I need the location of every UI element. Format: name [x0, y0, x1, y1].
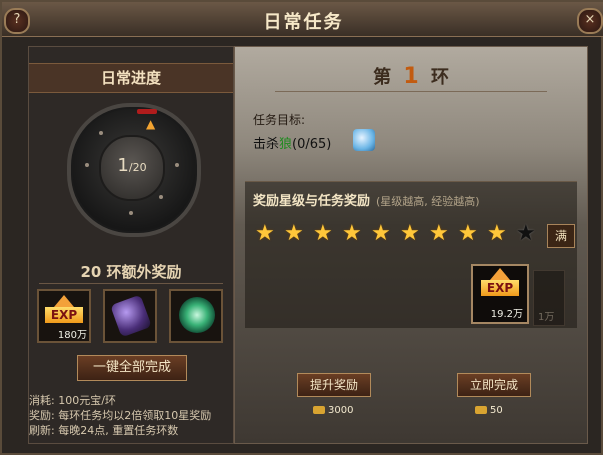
upgrade-cost-value: 3000 [328, 405, 354, 416]
star-filled-icon: ★ [458, 221, 478, 246]
task-detail-panel: 第 1 环 任务目标: 击杀狼(0/65) 奖励星级与任务奖励 (星级越高, 经验… [234, 46, 588, 444]
goal-prefix: 击杀 [253, 137, 280, 152]
daily-progress-panel: 日常进度 ▲ 1/20 20 环额外奖励 EXP 180万 一键全部完成 消耗:… [28, 46, 234, 444]
progress-total: /20 [128, 161, 147, 174]
goal-target-link[interactable]: 狼 [279, 137, 292, 152]
info-text: 消耗: 100元宝/环 奖励: 每环任务均以2倍领取10星奖励 刷新: 每晚24… [29, 393, 233, 438]
instant-cost: 50 [475, 405, 503, 416]
gold-coin-icon [313, 406, 325, 414]
reward-amount: 180万 [57, 330, 87, 341]
dial-bolt [159, 195, 163, 199]
reward-slot-gem[interactable] [103, 289, 157, 343]
exp-next-card: 1万 [533, 270, 565, 326]
window-title: 日常任务 [263, 12, 344, 33]
complete-all-button[interactable]: 一键全部完成 [77, 355, 187, 381]
flame-icon: ▲ [146, 117, 156, 131]
instant-cost-value: 50 [490, 405, 503, 416]
reward-heading: 奖励星级与任务奖励 (星级越高, 经验越高) [253, 190, 480, 209]
reward-slot-orb[interactable] [169, 289, 223, 343]
up-arrow-icon [490, 268, 510, 280]
dial-bolt [175, 163, 179, 167]
exp-next-amount: 1万 [538, 312, 555, 323]
reward-heading-label: 奖励星级与任务奖励 [253, 194, 371, 209]
dial-center: 1/20 [99, 135, 165, 201]
round-number: 1 [403, 64, 419, 89]
yuanbao-icon [475, 406, 487, 414]
round-suffix: 环 [430, 67, 449, 88]
star-filled-icon: ★ [487, 221, 507, 246]
info-cost: 消耗: 100元宝/环 [29, 394, 116, 407]
exp-reward-card: EXP 19.2万 [471, 264, 529, 324]
star-filled-icon: ★ [400, 221, 420, 246]
exp-label: EXP [481, 280, 519, 296]
goal-text: 击杀狼(0/65) [253, 133, 331, 152]
title-bar: ? 日常任务 × [2, 2, 603, 37]
progress-count: 1/20 [101, 155, 163, 176]
teleport-wing-icon[interactable] [353, 129, 375, 151]
dial-bolt [99, 131, 103, 135]
progress-dial: ▲ 1/20 [67, 103, 201, 237]
green-orb-icon [179, 297, 215, 333]
task-window: ? 日常任务 × 日常进度 ▲ 1/20 20 环额外奖励 EXP 180万 一… [0, 0, 603, 455]
star-filled-icon: ★ [284, 221, 304, 246]
info-reward: 奖励: 每环任务均以2倍领取10星奖励 [29, 409, 212, 422]
divider [39, 283, 223, 284]
dial-bolt [85, 163, 89, 167]
reward-subtitle: (星级越高, 经验越高) [376, 195, 480, 208]
bonus-title: 20 环额外奖励 [80, 263, 182, 281]
instant-complete-button[interactable]: 立即完成 [457, 373, 531, 397]
close-icon[interactable]: × [577, 8, 603, 34]
upgrade-cost: 3000 [313, 405, 353, 416]
exp-label: EXP [45, 307, 83, 323]
star-filled-icon: ★ [255, 221, 275, 246]
progress-header-label: 日常进度 [100, 69, 161, 87]
goal-label: 任务目标: [253, 113, 306, 127]
dial-red-marker [137, 109, 157, 114]
exp-reward-amount: 19.2万 [490, 309, 523, 320]
progress-current: 1 [117, 155, 129, 176]
dial-bolt [129, 211, 133, 215]
info-refresh: 刷新: 每晚24点, 重置任务环数 [29, 424, 179, 437]
star-filled-icon: ★ [342, 221, 362, 246]
progress-header: 日常进度 [29, 63, 233, 93]
round-prefix: 第 [373, 67, 392, 88]
star-filled-icon: ★ [429, 221, 449, 246]
divider [275, 91, 547, 92]
reward-star-section: 奖励星级与任务奖励 (星级越高, 经验越高) ★ ★ ★ ★ ★ ★ ★ ★ ★ ★ 满 EXP 1… [245, 181, 577, 328]
purple-gem-icon [110, 294, 152, 338]
upgrade-reward-button[interactable]: 提升奖励 [297, 373, 371, 397]
star-filled-icon: ★ [313, 221, 333, 246]
round-title: 第 1 环 [235, 63, 587, 89]
exp-icon: EXP [481, 268, 519, 306]
reward-slot-exp[interactable]: EXP 180万 [37, 289, 91, 343]
max-star-button[interactable]: 满 [547, 224, 575, 248]
star-filled-icon: ★ [371, 221, 391, 246]
goal-progress: (0/65) [292, 137, 332, 152]
up-arrow-icon [54, 295, 74, 307]
star-empty-icon: ★ [516, 221, 536, 246]
